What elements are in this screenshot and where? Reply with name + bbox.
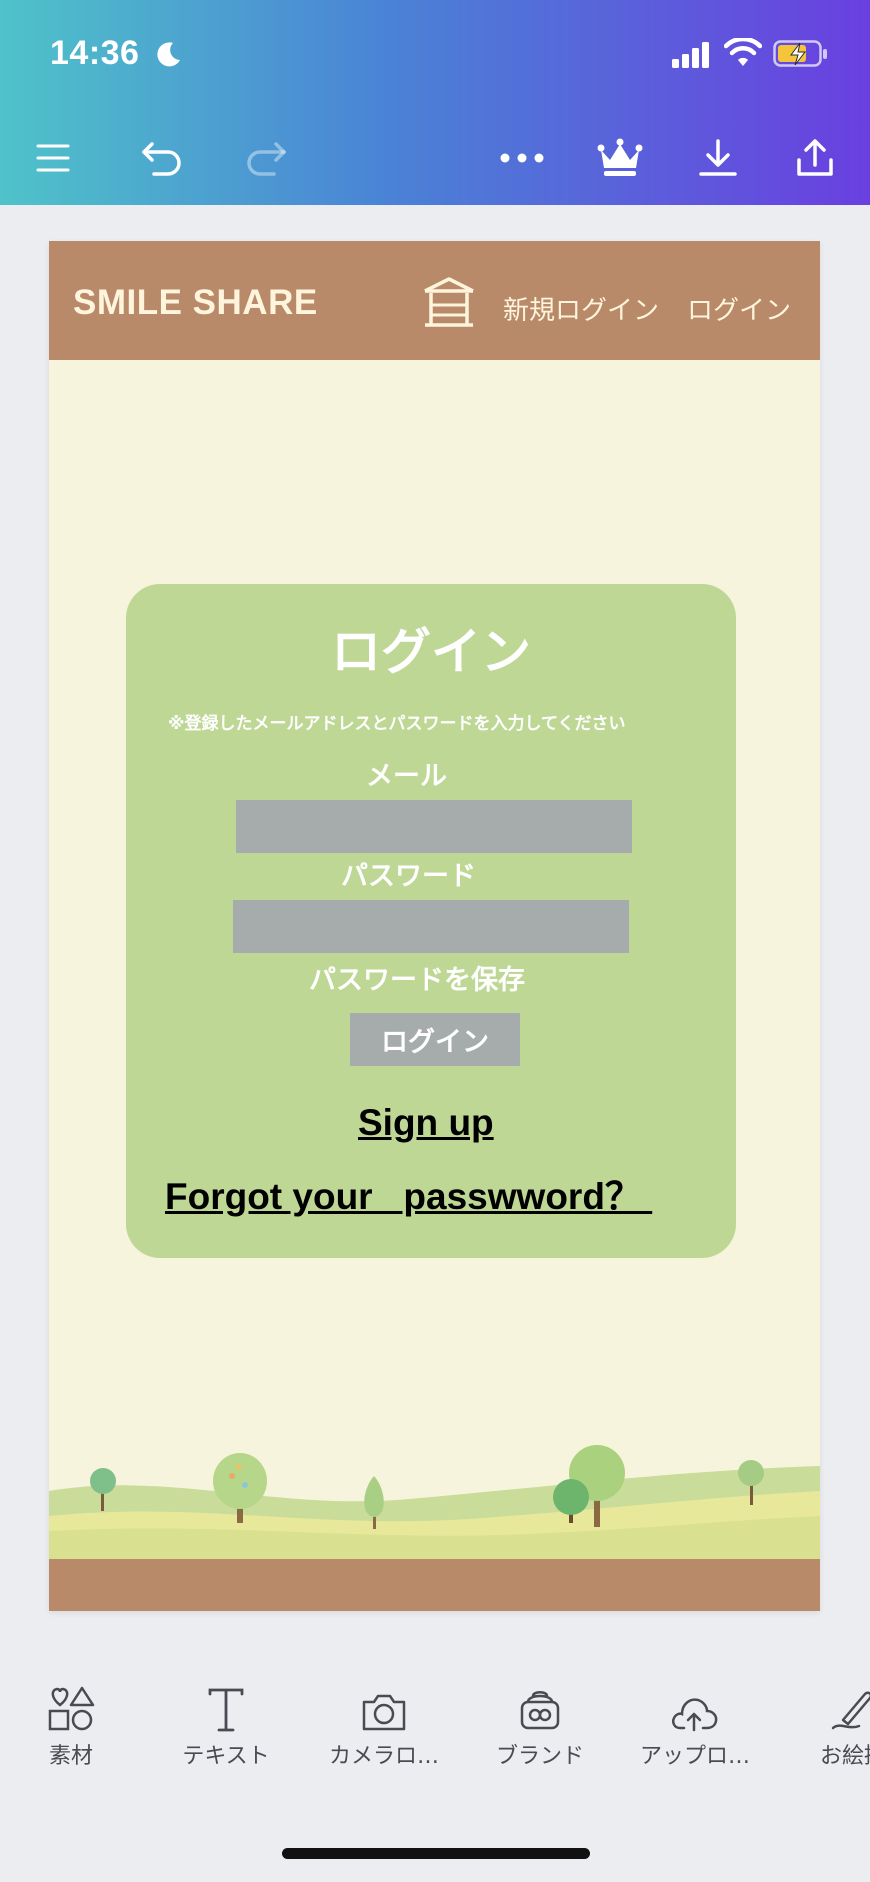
- home-icon[interactable]: [421, 275, 477, 327]
- download-button[interactable]: [690, 130, 746, 186]
- battery-charging-icon: [773, 40, 827, 67]
- site-brand: SMILE SHARE: [73, 283, 318, 322]
- signup-link[interactable]: Sign up: [358, 1102, 494, 1144]
- tray-elements[interactable]: 素材: [0, 1680, 146, 1770]
- moon-icon: [157, 42, 180, 67]
- undo-icon: [142, 142, 181, 176]
- tray-label: テキスト: [182, 1744, 270, 1769]
- tray-camera-roll[interactable]: カメラロ…: [309, 1680, 459, 1770]
- site-header: SMILE SHARE 新規ログイン ログイン: [49, 241, 820, 360]
- tray-label: 素材: [48, 1744, 93, 1769]
- password-field[interactable]: [233, 900, 629, 953]
- editor-toolbar: [0, 110, 870, 205]
- design-canvas[interactable]: SMILE SHARE 新規ログイン ログイン ログイン ※登録したメールアドレ…: [49, 241, 820, 1611]
- undo-button[interactable]: [134, 130, 190, 186]
- premium-button[interactable]: [592, 130, 648, 186]
- crown-icon: [597, 138, 643, 176]
- landscape-illustration: [49, 1445, 820, 1561]
- forgot-password-link[interactable]: Forgot your passwword？: [165, 1166, 652, 1220]
- tray-text[interactable]: テキスト: [151, 1680, 301, 1770]
- menu-button[interactable]: [25, 130, 81, 186]
- login-instruction: ※登録したメールアドレスとパスワードを入力してください: [168, 714, 626, 734]
- tray-brand[interactable]: ブランド: [465, 1680, 615, 1770]
- email-field[interactable]: [236, 800, 632, 853]
- share-button[interactable]: [787, 130, 843, 186]
- tray-draw[interactable]: お絵描: [778, 1680, 870, 1770]
- tray-label: アップロ…: [639, 1744, 750, 1769]
- redo-icon: [247, 142, 286, 176]
- text-icon: [208, 1688, 244, 1732]
- cellular-signal-icon: [672, 42, 709, 68]
- tray-label: ブランド: [495, 1744, 584, 1769]
- draw-icon: [831, 1691, 870, 1730]
- download-icon: [699, 139, 737, 176]
- more-options-button[interactable]: [494, 130, 550, 186]
- more-icon: [500, 153, 544, 163]
- status-bar: 14:36: [0, 0, 870, 110]
- email-label: メール: [366, 761, 447, 792]
- tool-tray: 素材 テキスト カメラロ… ブランド アップロ… お絵: [0, 1650, 870, 1770]
- share-icon: [797, 139, 833, 176]
- elements-icon: [48, 1686, 95, 1731]
- site-footer: [49, 1559, 820, 1611]
- nav-login[interactable]: ログイン: [687, 290, 791, 327]
- login-card: ログイン ※登録したメールアドレスとパスワードを入力してください メール パスワ…: [126, 584, 736, 1258]
- camera-icon: [362, 1694, 406, 1731]
- tray-uploads[interactable]: アップロ…: [620, 1680, 770, 1770]
- nav-signup[interactable]: 新規ログイン: [503, 290, 659, 327]
- upload-cloud-icon: [672, 1698, 718, 1732]
- tray-label: お絵描: [819, 1744, 870, 1769]
- brand-icon: [520, 1691, 560, 1730]
- app-top-bar: 14:36: [0, 0, 870, 205]
- home-indicator[interactable]: [282, 1848, 590, 1859]
- tray-label: カメラロ…: [328, 1744, 439, 1769]
- login-button[interactable]: ログイン: [350, 1013, 520, 1066]
- login-title: ログイン: [331, 623, 531, 681]
- menu-icon: [36, 144, 70, 172]
- wifi-icon: [724, 38, 762, 66]
- save-password-option[interactable]: パスワードを保存: [309, 958, 525, 997]
- password-label: パスワード: [341, 861, 476, 892]
- status-time: 14:36: [50, 34, 140, 72]
- redo-button[interactable]: [238, 130, 294, 186]
